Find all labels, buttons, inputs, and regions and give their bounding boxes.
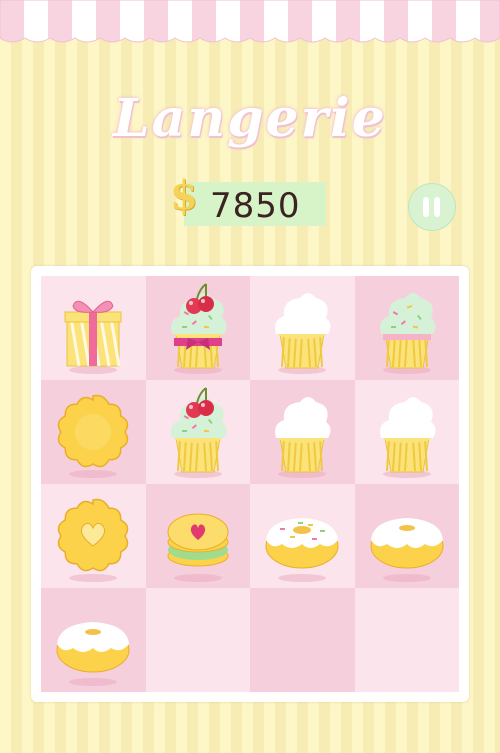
score-value: 7850 <box>210 186 301 226</box>
awning-decoration <box>0 0 500 43</box>
jam-sandwich-cookie-icon[interactable] <box>146 484 251 588</box>
board-cell[interactable] <box>145 588 250 692</box>
pause-icon <box>434 197 440 217</box>
pause-button[interactable] <box>408 183 456 231</box>
cherry-ribbon-cupcake-icon[interactable] <box>146 276 251 380</box>
board-cell[interactable] <box>145 484 251 588</box>
flower-cookie-icon[interactable] <box>41 380 146 484</box>
game-title: Langerie <box>113 88 387 149</box>
board-cell[interactable] <box>250 588 355 692</box>
sprinkle-cupcake-icon[interactable] <box>355 276 460 380</box>
board-cell[interactable] <box>41 484 146 588</box>
board-cell[interactable] <box>250 380 355 484</box>
coin-icon: $ <box>170 172 198 219</box>
cream-cupcake-icon[interactable] <box>355 380 460 484</box>
board-cell[interactable] <box>41 380 146 484</box>
board-cell[interactable] <box>145 380 251 484</box>
board-cell[interactable] <box>354 380 460 484</box>
board-cell[interactable] <box>145 276 251 380</box>
game-board <box>31 266 469 702</box>
board-cell[interactable] <box>250 276 355 380</box>
glazed-donut-icon[interactable] <box>355 484 460 588</box>
board-cell[interactable] <box>41 276 146 380</box>
glazed-donut-icon[interactable] <box>41 588 146 692</box>
cream-cupcake-icon[interactable] <box>250 276 355 380</box>
gift-box-icon[interactable] <box>41 276 146 380</box>
sprinkle-donut-icon[interactable] <box>250 484 355 588</box>
cream-cupcake-icon[interactable] <box>250 380 355 484</box>
heart-cookie-icon[interactable] <box>41 484 146 588</box>
board-cell[interactable] <box>250 484 355 588</box>
cherry-cupcake-icon[interactable] <box>146 380 251 484</box>
board-cell[interactable] <box>354 276 460 380</box>
board-cell[interactable] <box>354 484 460 588</box>
pause-icon <box>423 197 429 217</box>
board-grid <box>41 276 459 692</box>
board-cell[interactable] <box>354 588 459 692</box>
board-cell[interactable] <box>41 588 146 692</box>
